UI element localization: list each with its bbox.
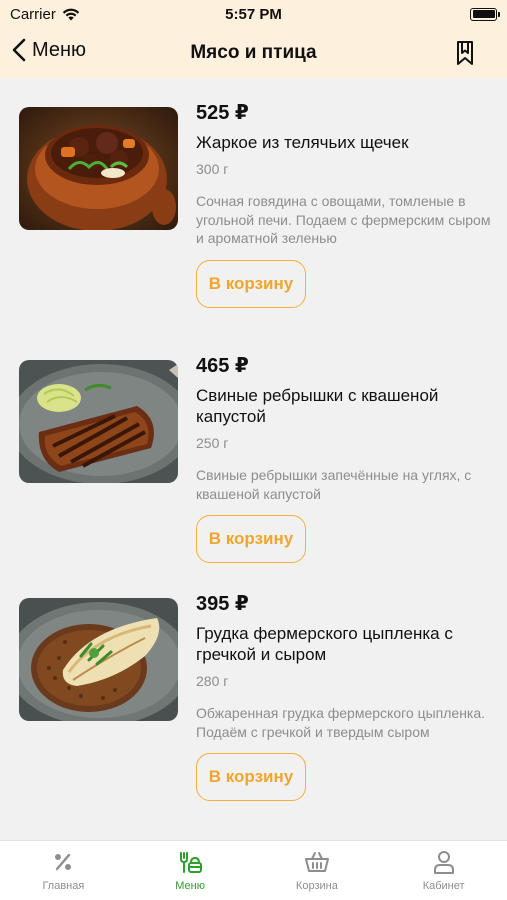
product-weight: 280 г <box>196 673 229 689</box>
add-to-cart-button[interactable]: В корзину <box>196 515 306 563</box>
product-description: Обжаренная грудка фермерского цыпленка. … <box>196 705 486 740</box>
product-description: Свиные ребрышки запечённые на углях, с к… <box>196 467 472 502</box>
nav-bar: Меню Мясо и птица <box>0 28 507 78</box>
status-bar: Carrier 5:57 PM <box>0 0 507 28</box>
tab-label: Кабинет <box>422 880 465 892</box>
product-weight: 300 г <box>196 161 229 177</box>
product-name[interactable]: Жаркое из телячьих щечек <box>196 132 492 153</box>
chevron-left-icon <box>12 38 26 62</box>
product-name[interactable]: Грудка фермерского цыпленка с гречкой и … <box>196 623 492 665</box>
user-icon <box>433 851 454 874</box>
product-price: 395 ₽ <box>196 593 249 615</box>
status-left: Carrier <box>10 6 80 23</box>
add-to-cart-button[interactable]: В корзину <box>196 259 306 308</box>
product-price: 465 ₽ <box>196 355 249 377</box>
tab-label: Главная <box>42 880 85 892</box>
back-button-label: Меню <box>32 38 87 61</box>
product-image-pork-ribs[interactable] <box>19 360 178 483</box>
back-button[interactable]: Меню <box>12 38 86 62</box>
tab-home[interactable]: Главная <box>0 841 127 900</box>
percent-icon <box>55 853 72 871</box>
product-info: 465 ₽ Свиные ребрышки с квашеной капусто… <box>196 353 492 563</box>
tab-account[interactable]: Кабинет <box>380 841 507 900</box>
tab-label: Корзина <box>295 880 338 892</box>
tab-label: Меню <box>175 880 205 892</box>
product-image-stew-pot[interactable] <box>19 107 178 230</box>
product-image-chicken-buckwheat[interactable] <box>19 598 178 721</box>
product-list[interactable]: 525 ₽ Жаркое из телячьих щечек 300 г Соч… <box>0 78 507 840</box>
tab-menu[interactable]: Меню <box>127 841 254 900</box>
carrier-label: Carrier <box>10 5 56 23</box>
product-weight: 250 г <box>196 435 229 451</box>
product-price: 525 ₽ <box>196 102 249 124</box>
product-info: 395 ₽ Грудка фермерского цыпленка с греч… <box>196 591 492 801</box>
tab-bar: Главная Меню Корзина Кабинет <box>0 840 507 900</box>
product-name[interactable]: Свиные ребрышки с квашеной капустой <box>196 385 492 427</box>
menu-dish-icon <box>180 852 203 873</box>
bookmark-icon[interactable] <box>451 39 479 67</box>
product-info: 525 ₽ Жаркое из телячьих щечек 300 г Соч… <box>196 100 492 308</box>
product-description: Сочная говядина с овощами, томленые в уг… <box>196 193 491 246</box>
wifi-icon <box>62 8 80 20</box>
add-to-cart-button[interactable]: В корзину <box>196 753 306 801</box>
battery-icon <box>470 7 500 21</box>
tab-cart[interactable]: Корзина <box>254 841 381 900</box>
basket-icon <box>304 852 329 872</box>
